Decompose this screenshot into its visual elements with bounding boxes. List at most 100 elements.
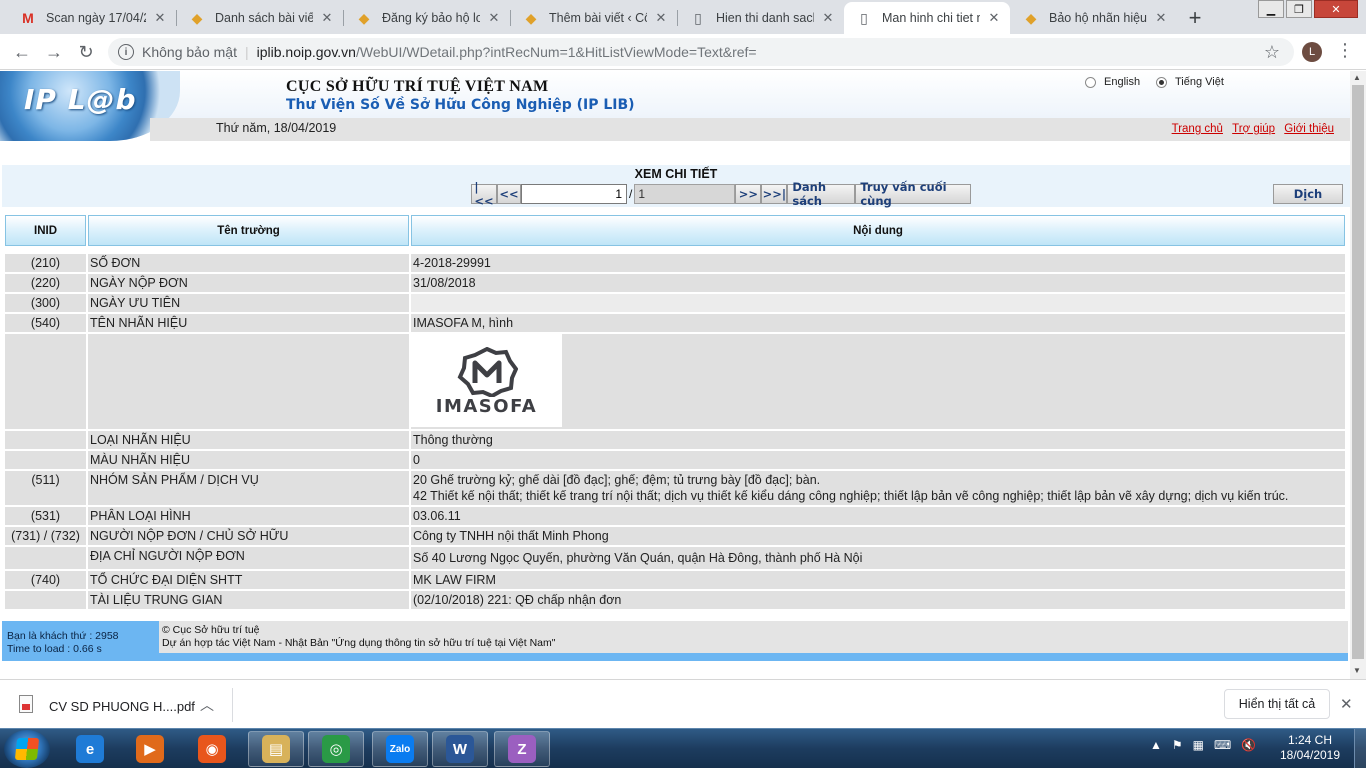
link-help[interactable]: Trợ giúp	[1232, 123, 1275, 135]
info-icon[interactable]: i	[118, 44, 134, 60]
profile-avatar[interactable]: L	[1302, 42, 1322, 62]
table-header-row: INID Tên trường Nội dung	[5, 215, 1345, 246]
window-close-button[interactable]: ✕	[1314, 0, 1358, 18]
record-number-input[interactable]	[521, 183, 627, 204]
next-record-button[interactable]: >>	[735, 183, 762, 204]
back-icon[interactable]: ←	[10, 40, 34, 64]
lang-english-label: English	[1104, 76, 1141, 88]
translate-button[interactable]: Dịch	[1273, 184, 1343, 204]
url-path: /WebUI/WDetail.php?intRecNum=1&HitListVi…	[355, 44, 757, 60]
close-icon[interactable]: ✕	[319, 10, 335, 26]
flag-icon[interactable]: ⚑	[1172, 738, 1183, 752]
site-icon: ◆	[1025, 9, 1037, 26]
tab-gmail[interactable]: M Scan ngày 17/04/2019 ✕	[8, 2, 176, 34]
link-home[interactable]: Trang chủ	[1172, 123, 1223, 135]
table-row: ĐỊA CHỈ NGƯỜI NỘP ĐƠN Số 40 Lương Ngọc Q…	[5, 547, 1345, 569]
close-icon[interactable]: ✕	[653, 10, 669, 26]
site-icon: ◆	[358, 9, 370, 26]
close-icon[interactable]: ✕	[486, 10, 502, 26]
address-bar[interactable]: i Không bảo mật | iplib.noip.gov.vn/WebU…	[108, 38, 1294, 66]
first-record-button[interactable]: |<<	[471, 180, 497, 208]
credit-box: © Cục Sở hữu trí tuệ Dự án hợp tác Việt …	[159, 621, 1348, 653]
row-field: TỔ CHỨC ĐẠI DIỆN SHTT	[88, 571, 409, 589]
scroll-down-icon[interactable]: ▼	[1353, 666, 1361, 675]
download-item[interactable]: CV SD PHUONG H....pdf	[49, 699, 195, 714]
scroll-thumb[interactable]	[1352, 85, 1364, 659]
row-inid: (210)	[5, 254, 86, 272]
taskbar-clock[interactable]: 1:24 CH 18/04/2019	[1270, 733, 1350, 763]
minimize-button[interactable]: ▁	[1258, 0, 1284, 18]
lang-vietnamese-option[interactable]: Tiếng Việt	[1156, 76, 1224, 88]
file-explorer-taskbar-button[interactable]: ▤	[248, 731, 304, 767]
close-icon[interactable]: ✕	[1153, 10, 1169, 26]
site-icon: ◆	[525, 9, 537, 26]
show-all-downloads-button[interactable]: Hiển thị tất cả	[1224, 689, 1330, 719]
tab-add-post[interactable]: ◆ Thêm bài viết ‹ Cô ✕	[511, 2, 677, 34]
forward-icon[interactable]: →	[42, 40, 66, 64]
bookmark-star-icon[interactable]: ☆	[1264, 42, 1280, 63]
row-field	[88, 334, 409, 429]
trademark-image[interactable]: IMASOFA	[411, 334, 562, 427]
url-host: iplib.noip.gov.vn	[256, 44, 356, 60]
tab-list-display[interactable]: ▯ Hien thi danh sach ✕	[678, 2, 844, 34]
firefox-taskbar-button[interactable]: ◉	[184, 731, 240, 767]
top-links: Trang chủ Trợ giúp Giới thiệu	[1166, 123, 1334, 135]
tab-title: Hien thi danh sach	[716, 11, 814, 25]
close-icon[interactable]: ✕	[820, 10, 836, 26]
start-button[interactable]	[4, 730, 50, 768]
row-value: MK LAW FIRM	[411, 571, 1345, 589]
close-icon[interactable]: ✕	[986, 10, 1002, 26]
word-taskbar-button[interactable]: W	[432, 731, 488, 767]
table-row-image: IMASOFA	[5, 334, 1345, 429]
table-row: LOẠI NHÃN HIỆU Thông thường	[5, 431, 1345, 449]
tab-logo-registration[interactable]: ◆ Đăng ký bảo hộ logo ✕	[344, 2, 510, 34]
radio-english[interactable]	[1085, 76, 1096, 88]
link-about[interactable]: Giới thiệu	[1284, 123, 1334, 135]
table-row: (740) TỔ CHỨC ĐẠI DIỆN SHTT MK LAW FIRM	[5, 571, 1345, 589]
new-tab-button[interactable]: +	[1181, 5, 1209, 31]
row-field: PHÂN LOẠI HÌNH	[88, 507, 409, 525]
menu-dots-icon[interactable]: ⋮	[1336, 40, 1354, 61]
visitor-count: Bạn là khách thứ : 2958	[7, 630, 119, 642]
media-player-taskbar-button[interactable]: ▶	[122, 731, 178, 767]
project-text: Dự án hợp tác Việt Nam - Nhật Bản "Ứng d…	[162, 637, 556, 649]
close-shelf-icon[interactable]: ✕	[1340, 695, 1353, 713]
chevron-up-icon[interactable]: ︿	[200, 695, 214, 715]
ie-taskbar-button[interactable]: e	[62, 731, 118, 767]
last-query-button[interactable]: Truy vấn cuối cùng	[855, 180, 972, 208]
scroll-up-icon[interactable]: ▲	[1353, 73, 1361, 82]
prev-record-button[interactable]: <<	[497, 183, 521, 204]
last-record-button[interactable]: >>|	[761, 183, 788, 204]
onenote-taskbar-button[interactable]: Z	[494, 731, 550, 767]
row-inid: (540)	[5, 314, 86, 332]
table-row: (300) NGÀY ƯU TIÊN	[5, 294, 1345, 312]
reload-icon[interactable]: ↻	[74, 40, 98, 64]
detail-title: XEM CHI TIẾT	[634, 167, 718, 181]
chrome-taskbar-button[interactable]: ◎	[308, 731, 364, 767]
tab-strip: M Scan ngày 17/04/2019 ✕ ◆ Danh sách bài…	[0, 0, 1366, 34]
show-desktop-button[interactable]	[1354, 729, 1366, 768]
firefox-icon: ◉	[198, 735, 226, 763]
tab-detail-screen[interactable]: ▯ Man hinh chi tiet n ✕	[844, 2, 1010, 34]
network-icon[interactable]: ▦	[1193, 738, 1204, 752]
tray-expand-icon[interactable]: ▲	[1150, 738, 1162, 752]
security-label[interactable]: Không bảo mật	[142, 44, 237, 60]
row-value: 4-2018-29991	[411, 254, 1345, 272]
gmail-icon: M	[22, 10, 34, 26]
radio-vietnamese[interactable]	[1156, 76, 1167, 88]
lang-english-option[interactable]: English	[1085, 76, 1140, 88]
clock-date: 18/04/2019	[1279, 748, 1341, 762]
restore-button[interactable]: ❐	[1286, 0, 1312, 18]
tab-trademark-protection[interactable]: ◆ Bảo hộ nhãn hiệu h ✕	[1011, 2, 1177, 34]
list-button[interactable]: Danh sách	[787, 180, 856, 208]
volume-muted-icon[interactable]: 🔇	[1241, 738, 1256, 752]
zalo-taskbar-button[interactable]: Zalo	[372, 731, 428, 767]
close-icon[interactable]: ✕	[152, 10, 168, 26]
onenote-icon: Z	[508, 735, 536, 763]
page-scrollbar[interactable]: ▲ ▼	[1350, 71, 1366, 679]
row-inid: (220)	[5, 274, 86, 292]
goods-class-20: 20 Ghế trường kỷ; ghế dài [đồ đạc]; ghế;…	[413, 473, 821, 487]
row-field: ĐỊA CHỈ NGƯỜI NỘP ĐƠN	[88, 547, 409, 569]
tab-post-list[interactable]: ◆ Danh sách bài viết ‹ ✕	[177, 2, 343, 34]
keyboard-icon[interactable]: ⌨	[1214, 738, 1231, 752]
